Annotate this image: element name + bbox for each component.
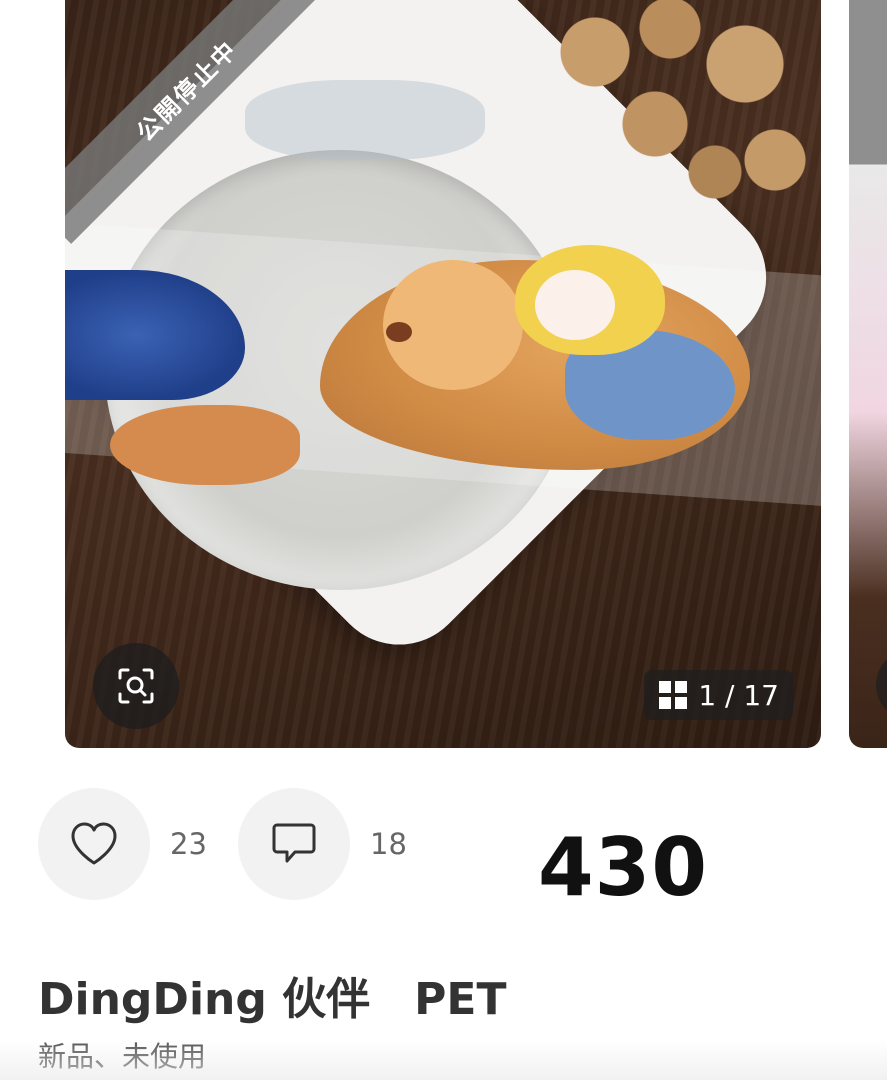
photo-dried-flowers bbox=[535, 0, 821, 220]
product-condition: 新品、未使用 bbox=[38, 1040, 207, 1073]
image-counter-text: 1 / 17 bbox=[698, 678, 779, 712]
comment-button[interactable] bbox=[238, 788, 350, 900]
speech-bubble-icon bbox=[272, 823, 316, 863]
likes-count: 23 bbox=[170, 827, 207, 861]
action-row: 23 18 bbox=[38, 788, 438, 900]
grid-icon bbox=[659, 681, 688, 709]
next-photo-preview[interactable] bbox=[849, 0, 887, 748]
status-ribbon-container: 公開停止中 bbox=[65, 0, 325, 260]
image-carousel[interactable]: 公開停止中 1 / 17 bbox=[0, 0, 887, 760]
like-button[interactable] bbox=[38, 788, 150, 900]
product-photo[interactable]: 公開停止中 1 / 17 bbox=[65, 0, 821, 748]
status-ribbon: 公開停止中 bbox=[65, 0, 325, 244]
next-photo-zoom-button[interactable] bbox=[876, 650, 887, 720]
photo-sticker-deer bbox=[110, 405, 300, 485]
heart-icon bbox=[71, 822, 117, 865]
comments-count: 18 bbox=[370, 827, 407, 861]
image-counter[interactable]: 1 / 17 bbox=[644, 670, 793, 720]
product-title: DingDing 伙伴 PET bbox=[38, 974, 507, 1025]
photo-sticker-dog-nose bbox=[386, 322, 412, 342]
price: 430 bbox=[538, 821, 708, 914]
image-search-button[interactable] bbox=[93, 643, 179, 729]
photo-sticker-girl-face bbox=[535, 270, 615, 340]
image-search-icon bbox=[118, 668, 154, 704]
